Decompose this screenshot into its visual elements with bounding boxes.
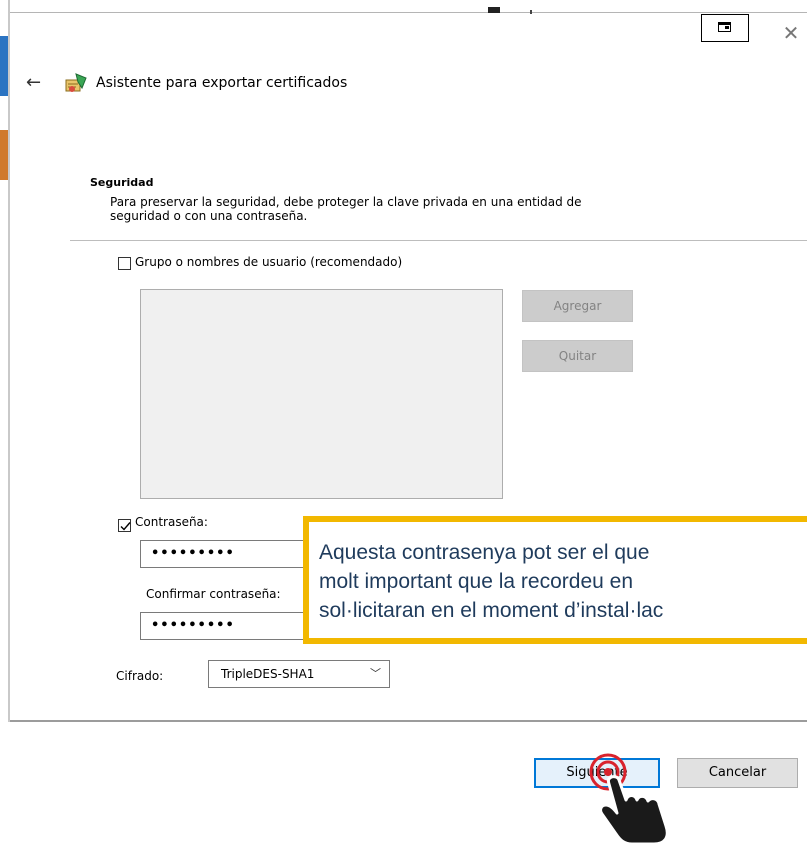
instruction-callout: Aquesta contrasenya pot ser el que molt … bbox=[303, 516, 807, 644]
group-users-label[interactable]: Grupo o nombres de usuario (recomendado) bbox=[135, 255, 402, 269]
cancel-button[interactable]: Cancelar bbox=[677, 758, 798, 788]
background-artifact bbox=[530, 10, 532, 14]
background-window-strip bbox=[0, 130, 8, 180]
click-ring-icon bbox=[604, 768, 612, 776]
callout-text: Aquesta contrasenya pot ser el que molt … bbox=[319, 538, 807, 625]
section-description: Para preservar la seguridad, debe proteg… bbox=[110, 195, 710, 223]
footer-separator bbox=[10, 720, 807, 722]
certificate-wizard-icon bbox=[65, 73, 87, 92]
restore-icon bbox=[718, 22, 731, 32]
description-line: Para preservar la seguridad, debe proteg… bbox=[110, 195, 582, 209]
background-window-strip bbox=[0, 36, 8, 96]
password-label[interactable]: Contraseña: bbox=[135, 515, 208, 529]
back-button[interactable]: ← bbox=[26, 74, 41, 92]
encryption-value: TripleDES-SHA1 bbox=[221, 667, 315, 681]
close-button[interactable]: ✕ bbox=[780, 22, 802, 44]
close-icon: ✕ bbox=[782, 21, 800, 45]
background-artifact bbox=[488, 7, 500, 13]
remove-button[interactable]: Quitar bbox=[522, 340, 633, 372]
confirm-password-input[interactable]: ••••••••• bbox=[140, 612, 304, 640]
window-top-border bbox=[10, 12, 807, 13]
chevron-down-icon: ﹀ bbox=[370, 667, 381, 680]
back-arrow-icon: ← bbox=[26, 72, 42, 93]
encryption-label: Cifrado: bbox=[116, 669, 164, 683]
wizard-title: Asistente para exportar certificados bbox=[96, 75, 348, 91]
callout-body: Aquesta contrasenya pot ser el que molt … bbox=[308, 521, 807, 639]
confirm-password-label: Confirmar contraseña: bbox=[146, 587, 281, 601]
section-title: Seguridad bbox=[90, 176, 154, 189]
password-input[interactable]: ••••••••• bbox=[140, 540, 304, 568]
checkmark-icon bbox=[120, 522, 131, 531]
callout-line: molt important que la recordeu en bbox=[319, 570, 634, 593]
password-checkbox[interactable] bbox=[118, 519, 131, 532]
description-line: seguridad o con una contraseña. bbox=[110, 209, 308, 223]
add-button[interactable]: Agregar bbox=[522, 290, 633, 322]
callout-line: sol·licitaran en el moment d’instal·lac bbox=[319, 599, 664, 622]
user-list-box bbox=[140, 289, 503, 499]
encryption-select[interactable]: TripleDES-SHA1 ﹀ bbox=[208, 660, 390, 688]
background-window-edge bbox=[8, 0, 10, 722]
section-separator bbox=[70, 240, 807, 241]
hand-pointer-icon bbox=[589, 753, 669, 844]
group-users-checkbox[interactable] bbox=[118, 257, 131, 270]
callout-line: Aquesta contrasenya pot ser el que bbox=[319, 541, 650, 564]
restore-button[interactable] bbox=[701, 14, 749, 42]
